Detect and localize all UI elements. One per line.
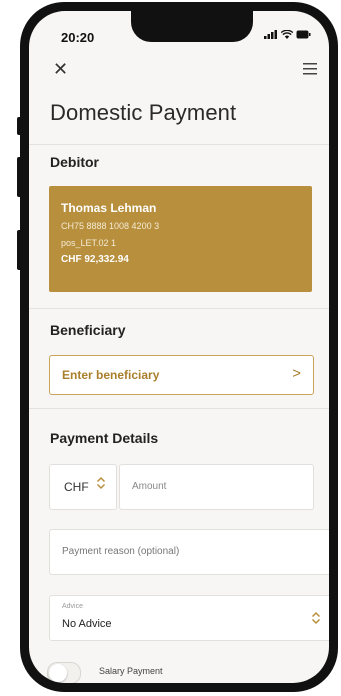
section-label-beneficiary: Beneficiary (50, 322, 126, 338)
account-balance: CHF 92,332.94 (61, 254, 129, 265)
status-time: 20:20 (61, 30, 95, 45)
divider (29, 144, 329, 145)
beneficiary-placeholder: Enter beneficiary (62, 368, 160, 382)
menu-icon[interactable] (303, 63, 317, 75)
account-reference: pos_LET.02 1 (61, 238, 117, 248)
account-iban: CH75 8888 1008 4200 3 (61, 221, 160, 231)
top-bar: ✕ (29, 59, 329, 81)
updown-chevron-icon (311, 611, 321, 625)
amount-input[interactable]: Amount (119, 464, 314, 510)
toggle-knob (49, 664, 67, 682)
divider (29, 408, 329, 409)
phone-frame: 20:20 ✕ Domestic Payment Debitor Thomas … (20, 2, 338, 692)
page-title: Domestic Payment (50, 100, 237, 125)
battery-icon (296, 30, 311, 39)
payment-reason-placeholder: Payment reason (optional) (62, 546, 180, 557)
phone-screen: 20:20 ✕ Domestic Payment Debitor Thomas … (29, 11, 329, 683)
signal-icon (264, 30, 277, 39)
phone-notch (131, 11, 253, 42)
enter-beneficiary-button[interactable]: Enter beneficiary > (49, 355, 314, 395)
account-holder-name: Thomas Lehman (61, 201, 157, 215)
status-icons (264, 30, 311, 39)
payment-reason-input[interactable]: Payment reason (optional) (49, 529, 329, 575)
advice-label: Advice (62, 603, 84, 610)
chevron-right-icon: > (292, 365, 301, 382)
currency-value: CHF (64, 480, 89, 494)
salary-payment-label: Salary Payment (99, 666, 163, 676)
wifi-icon (281, 30, 293, 39)
close-icon[interactable]: ✕ (53, 59, 68, 79)
debitor-account-card[interactable]: Thomas Lehman CH75 8888 1008 4200 3 pos_… (49, 186, 312, 292)
advice-select[interactable]: Advice No Advice (49, 595, 329, 641)
salary-payment-toggle[interactable] (47, 662, 81, 683)
currency-select[interactable]: CHF (49, 464, 117, 510)
section-label-debitor: Debitor (50, 154, 99, 170)
advice-value: No Advice (62, 618, 112, 630)
divider (29, 308, 329, 309)
updown-chevron-icon (96, 476, 106, 490)
section-label-payment-details: Payment Details (50, 430, 159, 446)
amount-placeholder: Amount (132, 481, 167, 492)
